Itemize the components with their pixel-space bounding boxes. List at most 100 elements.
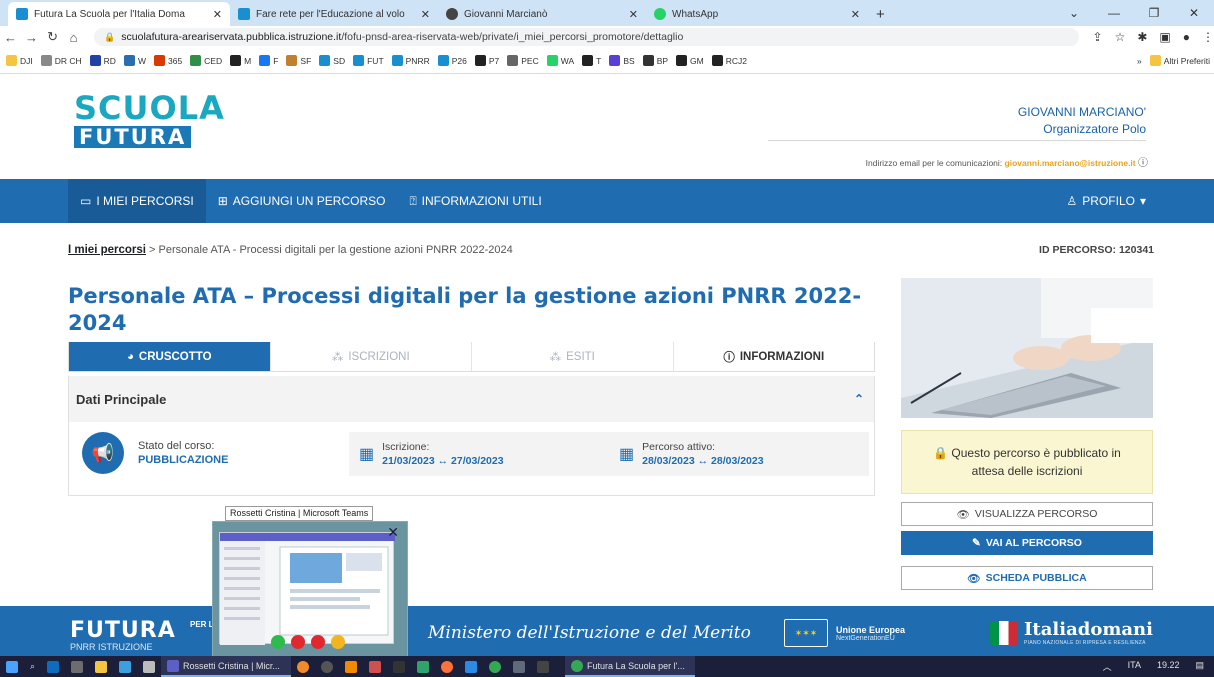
camera-icon[interactable] xyxy=(271,635,285,649)
browser-tab-fare-rete[interactable]: Fare rete per l'Educazione al volo ✕ xyxy=(230,2,438,26)
tab-cruscotto[interactable]: ◕ CRUSCOTTO xyxy=(69,342,271,371)
bookmarks-more[interactable]: » xyxy=(1137,56,1142,66)
bookmark-item[interactable]: P7 xyxy=(474,55,499,66)
bookmark-item[interactable]: SF xyxy=(286,55,311,66)
vai-al-percorso-button[interactable]: ✎ VAI AL PERCORSO xyxy=(901,531,1153,555)
scuola-futura-favicon-icon xyxy=(16,8,28,20)
star-icon[interactable]: ☆ xyxy=(1115,30,1126,44)
close-icon[interactable]: ✕ xyxy=(421,8,430,21)
notifications-icon[interactable]: ▤ xyxy=(1195,660,1204,673)
nav-informazioni-utili[interactable]: ⍰ INFORMAZIONI UTILI xyxy=(397,179,553,223)
bookmark-item[interactable]: RCJ2 xyxy=(711,55,747,66)
mic-icon[interactable] xyxy=(291,635,305,649)
app-icon[interactable] xyxy=(507,656,531,677)
reload-icon[interactable]: ↻ xyxy=(42,29,63,45)
bookmark-item[interactable]: PEC xyxy=(507,55,539,66)
start-icon[interactable] xyxy=(0,656,24,677)
taskbar-chrome-window[interactable]: Futura La Scuola per l'... xyxy=(565,656,696,677)
breadcrumb-link[interactable]: I miei percorsi xyxy=(68,244,146,256)
search-icon[interactable]: ⌕ xyxy=(24,656,41,677)
bookmark-item[interactable]: GM xyxy=(676,55,704,66)
share-icon[interactable]: ⇪ xyxy=(1093,30,1103,44)
bookmark-item[interactable]: DJI xyxy=(6,55,33,66)
scuola-futura-logo[interactable]: SCUOLA FUTURA xyxy=(74,92,225,148)
info-icon[interactable]: ⓘ xyxy=(1138,158,1148,169)
tray-chevron-icon[interactable]: ︿ xyxy=(1103,660,1112,673)
percorso-attivo-dates: ▦ Percorso attivo: 28/03/2023 ↔ 28/03/20… xyxy=(609,441,869,467)
vpn-icon[interactable] xyxy=(113,656,137,677)
close-icon[interactable]: ✕ xyxy=(851,8,860,21)
hand-icon[interactable] xyxy=(331,635,345,649)
bookmark-item[interactable]: F xyxy=(259,55,278,66)
bookmark-item[interactable]: CED xyxy=(190,55,222,66)
browser-tab-scuola-futura[interactable]: Futura La Scuola per l'Italia Doma ✕ xyxy=(8,2,230,26)
firefox-icon[interactable] xyxy=(435,656,459,677)
bookmark-item[interactable]: BP xyxy=(642,55,668,66)
bookmark-item[interactable]: RD xyxy=(89,55,116,66)
app-icon[interactable] xyxy=(291,656,315,677)
bookmark-item[interactable]: 365 xyxy=(153,55,182,66)
bookmark-item[interactable]: T xyxy=(582,55,601,66)
app-icon[interactable] xyxy=(363,656,387,677)
teams-window-preview[interactable]: ✕ xyxy=(212,521,408,657)
app-icon[interactable] xyxy=(531,656,555,677)
chevron-up-icon[interactable]: ⌃ xyxy=(854,392,864,406)
bookmark-item[interactable]: W xyxy=(123,55,146,66)
tab-esiti[interactable]: ⁂ ESITI xyxy=(472,342,674,371)
browser-tab-whatsapp[interactable]: WhatsApp ✕ xyxy=(646,2,868,26)
restore-icon[interactable]: ❐ xyxy=(1134,6,1174,20)
bookmark-item[interactable]: DR CH xyxy=(40,55,82,66)
profile-avatar-icon[interactable]: ● xyxy=(1183,30,1190,44)
clock[interactable]: 19.22 xyxy=(1157,660,1180,673)
app-icon[interactable] xyxy=(387,656,411,677)
panel-header[interactable]: Dati Principale ⌃ xyxy=(69,376,874,422)
footer-brand-sub: PNRR ISTRUZIONE xyxy=(70,642,153,652)
nav-aggiungi-percorso[interactable]: ⊞ AGGIUNGI UN PERCORSO xyxy=(206,179,398,223)
bookmark-favicon-icon xyxy=(642,55,654,66)
outlook-icon[interactable] xyxy=(41,656,65,677)
preview-close-icon[interactable]: ✕ xyxy=(387,524,399,541)
visualizza-percorso-button[interactable]: 👁 VISUALIZZA PERCORSO xyxy=(901,502,1153,526)
vlc-icon[interactable] xyxy=(339,656,363,677)
language-indicator[interactable]: ITA xyxy=(1128,660,1141,673)
app-icon[interactable] xyxy=(65,656,89,677)
bookmark-item[interactable]: SD xyxy=(319,55,345,66)
bookmark-item[interactable]: BS xyxy=(609,55,635,66)
menu-icon[interactable]: ⋮ xyxy=(1202,30,1214,44)
browser-tab-giovanni[interactable]: Giovanni Marcianò ✕ xyxy=(438,2,646,26)
bookmark-item[interactable]: P26 xyxy=(437,55,467,66)
other-bookmarks[interactable]: Altri Preferiti xyxy=(1149,55,1210,66)
close-icon[interactable]: ✕ xyxy=(629,8,638,21)
obs-icon[interactable] xyxy=(315,656,339,677)
scheda-pubblica-button[interactable]: 👁 SCHEDA PUBBLICA xyxy=(901,566,1153,590)
url-field[interactable]: 🔒 scuolafutura-areariservata.pubblica.is… xyxy=(94,28,1079,46)
bookmark-item[interactable]: FUT xyxy=(353,55,384,66)
forward-icon[interactable]: → xyxy=(21,30,42,45)
extensions-icon[interactable]: ✱ xyxy=(1137,30,1147,44)
explorer-icon[interactable] xyxy=(89,656,113,677)
chrome-icon[interactable] xyxy=(483,656,507,677)
tab-search-icon[interactable]: ⌄ xyxy=(1054,6,1094,20)
question-icon: ⍰ xyxy=(409,193,417,208)
window-close-icon[interactable]: ✕ xyxy=(1174,6,1214,20)
nav-profilo[interactable]: ♙ PROFILO ▾ xyxy=(1055,179,1158,223)
minimize-icon[interactable]: — xyxy=(1094,6,1134,20)
home-icon[interactable]: ⌂ xyxy=(63,30,84,45)
app-icon[interactable] xyxy=(411,656,435,677)
bookmark-item[interactable]: M xyxy=(230,55,251,66)
mail-icon[interactable] xyxy=(137,656,161,677)
taskbar-teams-window[interactable]: Rossetti Cristina | Micr... xyxy=(161,656,292,677)
close-icon[interactable]: ✕ xyxy=(213,8,222,21)
back-icon[interactable]: ← xyxy=(0,30,21,45)
store-icon[interactable] xyxy=(459,656,483,677)
nav-i-miei-percorsi[interactable]: ▭ I MIEI PERCORSI xyxy=(68,179,206,223)
tab-title: Giovanni Marcianò xyxy=(464,8,548,20)
sidepanel-icon[interactable]: ▣ xyxy=(1159,30,1170,44)
tab-informazioni[interactable]: ⓘ INFORMAZIONI xyxy=(674,342,875,371)
bookmark-item[interactable]: PNRR xyxy=(391,55,430,66)
hangup-icon[interactable] xyxy=(311,635,325,649)
tab-iscrizioni[interactable]: ⁂ ISCRIZIONI xyxy=(271,342,472,371)
bookmark-item[interactable]: WA xyxy=(546,55,574,66)
teams-tooltip: Rossetti Cristina | Microsoft Teams xyxy=(225,506,374,521)
new-tab-button[interactable]: + xyxy=(868,2,893,26)
